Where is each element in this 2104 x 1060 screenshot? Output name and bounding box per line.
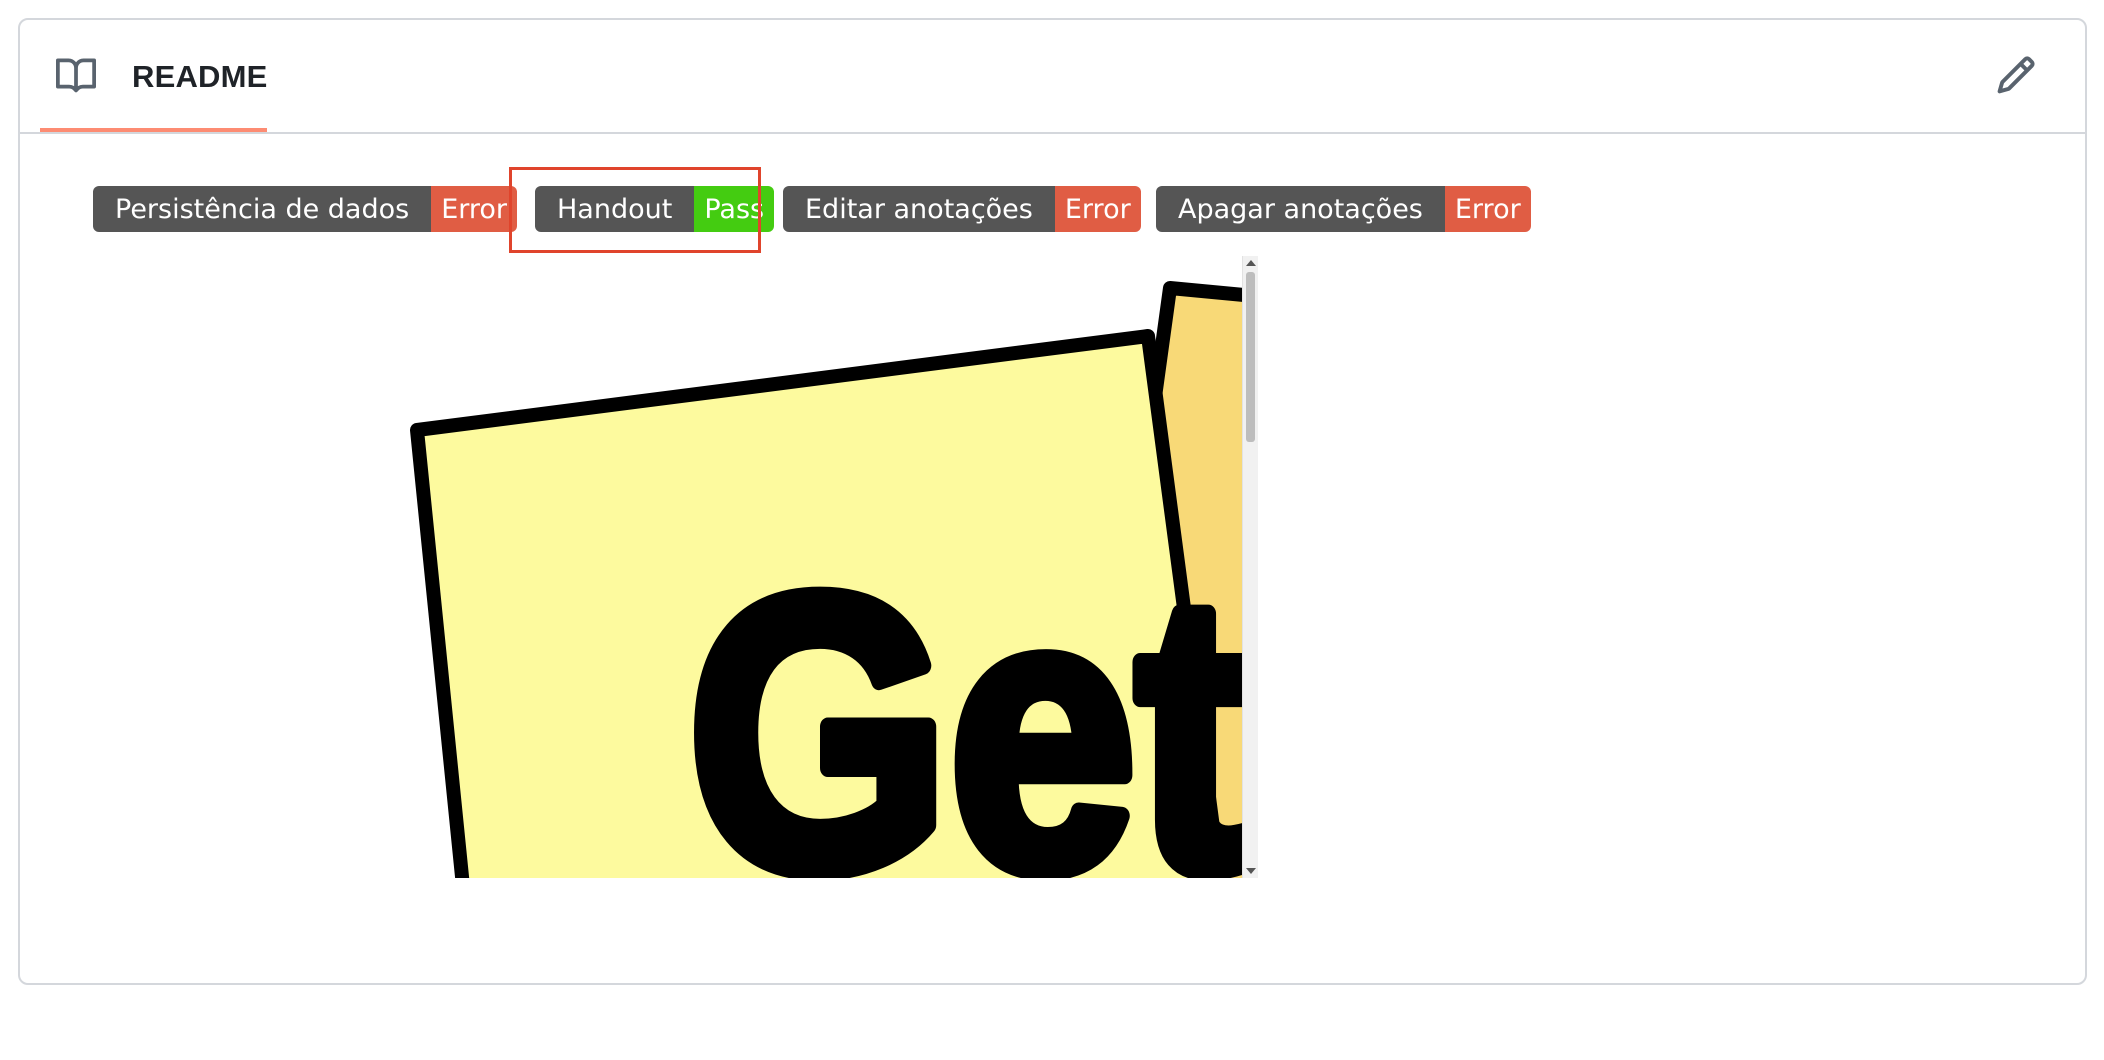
readme-tab[interactable]: README <box>40 20 267 132</box>
badge-label: Editar anotações <box>783 186 1055 232</box>
badge-label: Apagar anotações <box>1156 186 1445 232</box>
badge-label: Handout <box>535 186 695 232</box>
badge-apagar-anotacoes[interactable]: Apagar anotações Error <box>1156 186 1531 232</box>
badge-handout[interactable]: Handout Pass <box>535 186 775 232</box>
scroll-up-arrow-icon[interactable] <box>1246 260 1256 266</box>
badge-editar-anotacoes[interactable]: Editar anotações Error <box>783 186 1141 232</box>
embed-scrollbar[interactable] <box>1242 256 1258 878</box>
book-icon <box>56 58 96 93</box>
scroll-down-arrow-icon[interactable] <box>1246 868 1256 874</box>
badge-status-error: Error <box>431 186 518 232</box>
badge-status-pass: Pass <box>694 186 775 232</box>
badge-persistencia[interactable]: Persistência de dados Error <box>93 186 518 232</box>
badge-status-error: Error <box>1054 186 1141 232</box>
readme-header: README <box>20 20 2085 134</box>
scroll-thumb[interactable] <box>1246 272 1255 442</box>
readme-title: README <box>132 59 268 94</box>
get-logo-image: Get <box>410 281 1242 878</box>
pencil-icon[interactable] <box>1995 54 2037 96</box>
badge-label: Persistência de dados <box>93 186 432 232</box>
badge-status-error: Error <box>1444 186 1531 232</box>
embedded-image-frame[interactable]: Get <box>370 256 1266 878</box>
get-logo-text: Get <box>688 515 1242 878</box>
